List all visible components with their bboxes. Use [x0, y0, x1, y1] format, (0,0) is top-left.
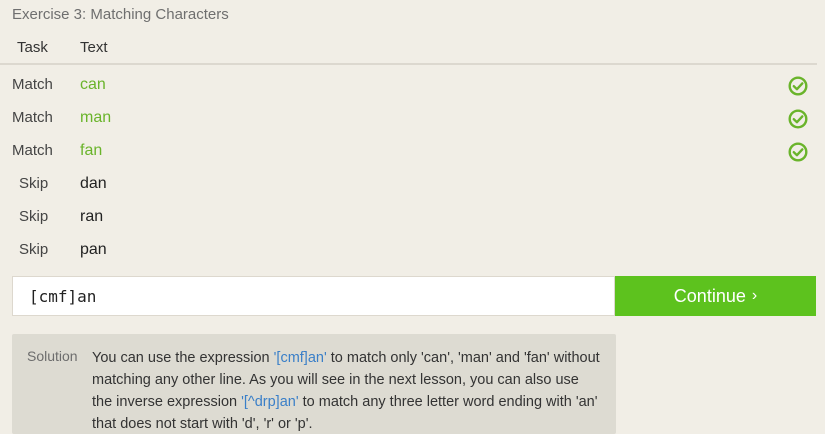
solution-label: Solution — [27, 348, 78, 364]
check-circle-icon — [788, 109, 808, 129]
skip-text: dan — [80, 175, 107, 192]
table-row: Skip pan — [0, 233, 817, 266]
task-label: Match — [12, 76, 53, 93]
task-label: Skip — [19, 175, 49, 192]
table-row: Skip dan — [0, 167, 817, 200]
match-text: can — [80, 76, 106, 93]
solution-text-part: You can use the expression — [92, 350, 274, 366]
solution-code: '[^drp]an' — [241, 394, 299, 410]
column-header-text: Text — [80, 39, 108, 56]
regex-answer-field — [12, 276, 615, 316]
exercise-title: Exercise 3: Matching Characters — [12, 6, 229, 23]
table-row: Skip ran — [0, 200, 817, 233]
table-row: Match man — [0, 101, 817, 134]
continue-label: Continue — [673, 285, 746, 306]
task-list: Match can Match man Match fan Skip dan S… — [0, 68, 817, 266]
solution-panel: Solution You can use the expression '[cm… — [12, 334, 616, 434]
check-circle-icon — [788, 142, 808, 162]
chevron-right-icon: › — [751, 287, 758, 304]
check-circle-icon — [788, 76, 808, 96]
solution-text: You can use the expression '[cmf]an' to … — [92, 347, 602, 434]
table-row: Match can — [0, 68, 817, 101]
skip-text: pan — [80, 241, 107, 258]
match-text: man — [80, 109, 112, 126]
skip-text: ran — [80, 208, 104, 225]
regex-input[interactable] — [13, 277, 614, 315]
task-label: Skip — [19, 241, 49, 258]
task-label: Skip — [19, 208, 49, 225]
table-row: Match fan — [0, 134, 817, 167]
table-header: Task Text — [0, 38, 817, 65]
continue-button[interactable]: Continue › — [615, 276, 816, 316]
match-text: fan — [80, 142, 103, 159]
task-label: Match — [12, 109, 53, 126]
solution-code: '[cmf]an' — [273, 350, 327, 366]
column-header-task: Task — [17, 39, 48, 56]
task-label: Match — [12, 142, 53, 159]
